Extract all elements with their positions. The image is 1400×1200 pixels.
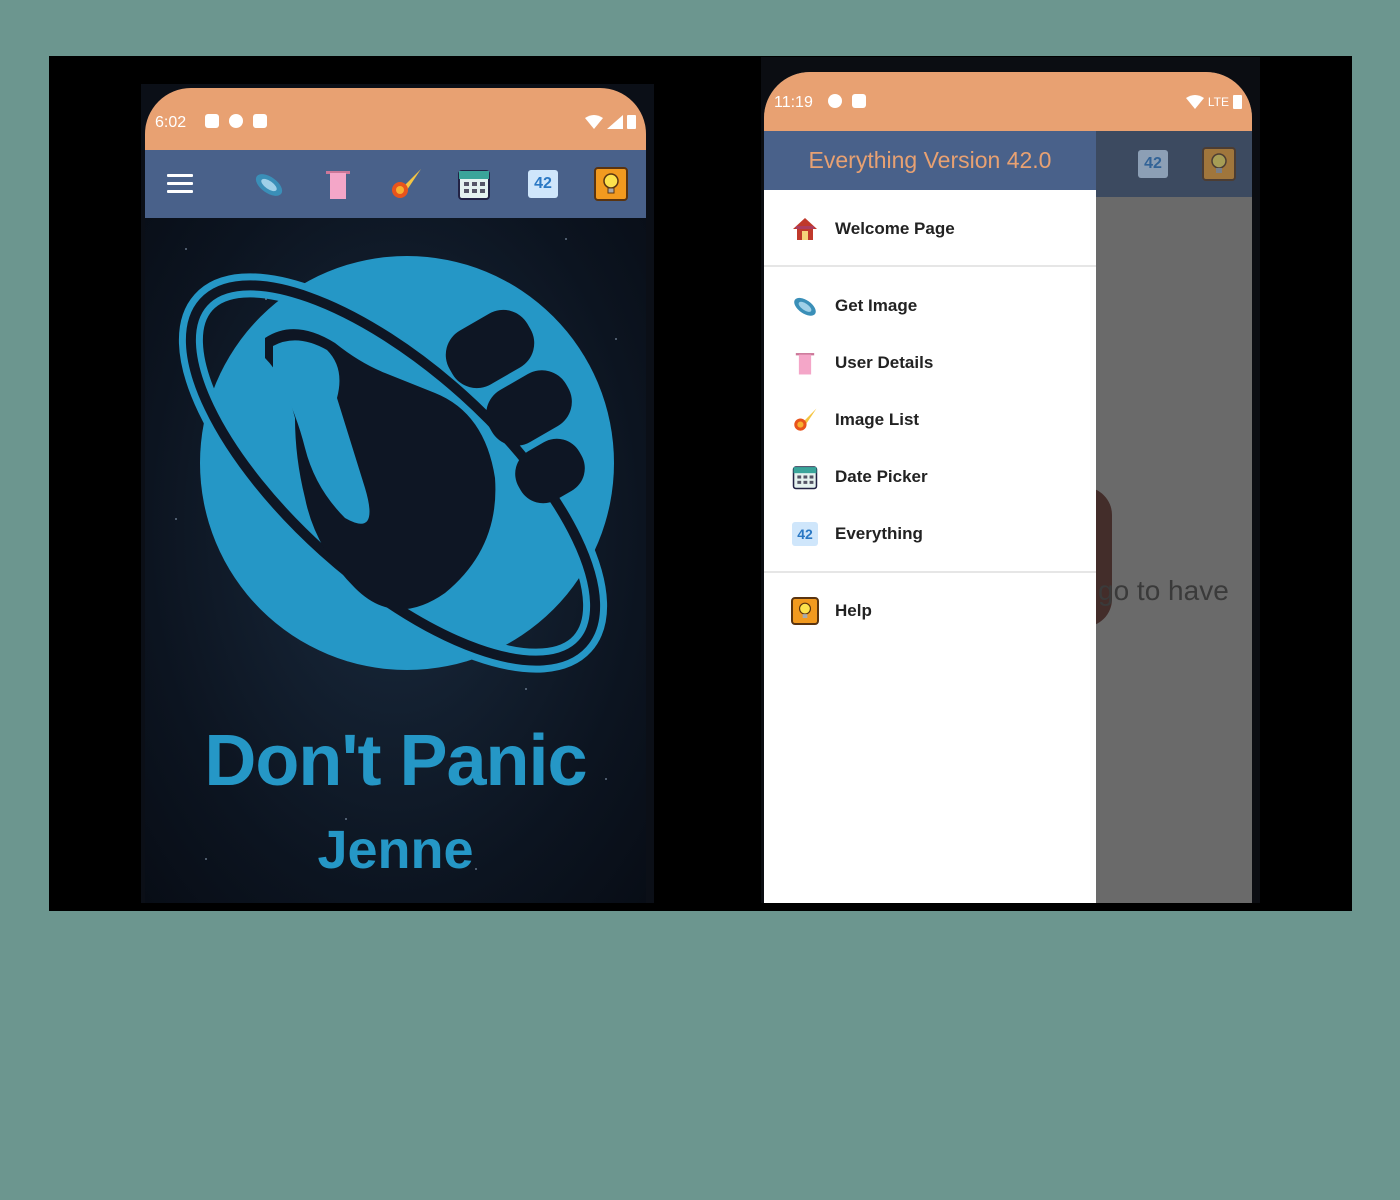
number-42-icon: 42 [791, 520, 819, 548]
network-type: LTE [1207, 94, 1229, 109]
a-notification-icon [205, 114, 219, 128]
app-notification-icon [828, 94, 842, 108]
drawer-item-label: User Details [835, 353, 934, 372]
drawer-item-label: Everything [835, 524, 923, 543]
drawer-item-user-details[interactable]: User Details [764, 339, 1096, 387]
status-time: 11:19 [774, 94, 813, 111]
lightbulb-icon[interactable] [594, 167, 628, 201]
app-bar: 42 [145, 150, 646, 218]
divider [764, 265, 1096, 267]
lightbulb-icon [791, 597, 819, 625]
drawer-item-image-list[interactable]: Image List [764, 396, 1096, 444]
drawer-item-label: Get Image [835, 296, 918, 315]
status-time: 6:02 [155, 114, 187, 131]
sd-card-icon [852, 94, 866, 108]
notification-icons [828, 94, 866, 108]
sd-card-icon [253, 114, 267, 128]
drawer-item-help[interactable]: Help [764, 587, 1096, 635]
notification-icons [205, 114, 267, 128]
calendar-icon[interactable] [457, 167, 491, 201]
drawer-item-label: Help [835, 601, 872, 620]
drawer-item-welcome-page[interactable]: Welcome Page [764, 205, 1096, 253]
drawer-item-date-picker[interactable]: Date Picker [764, 453, 1096, 501]
drawer-item-label: Image List [835, 410, 920, 429]
signal-icon [607, 114, 623, 129]
system-status-icons [585, 114, 636, 129]
app-notification-icon [229, 114, 243, 128]
drawer-item-everything[interactable]: 42 Everything [764, 510, 1096, 558]
status-bar: 6:02 [145, 88, 646, 150]
wifi-icon [1185, 94, 1204, 109]
towel-icon[interactable] [321, 167, 355, 201]
battery-icon [1233, 95, 1242, 109]
drawer-item-label: Date Picker [835, 467, 928, 486]
dont-panic-headline: Don't Panic [204, 721, 587, 801]
status-bar: 11:19 LTE [764, 72, 1252, 131]
drawer-header: Everything Version 42.0 [764, 131, 1096, 190]
right-phone-screen: 11:19 LTE 42 go to have Everything Versi… [764, 72, 1252, 903]
divider [764, 571, 1096, 573]
ufo-icon [791, 292, 819, 320]
calendar-icon [791, 463, 819, 491]
menu-icon[interactable] [167, 174, 193, 194]
meteor-icon[interactable] [389, 167, 423, 201]
ufo-icon[interactable] [252, 167, 286, 201]
background-text: go to have [1098, 575, 1229, 606]
lightbulb-icon[interactable] [1202, 147, 1236, 181]
number-42-icon[interactable]: 42 [1138, 150, 1168, 178]
meteor-icon [791, 406, 819, 434]
towel-icon [791, 349, 819, 377]
navigation-drawer: Everything Version 42.0 Welcome Page Get… [764, 131, 1096, 903]
battery-icon [627, 115, 636, 129]
drawer-item-get-image[interactable]: Get Image [764, 282, 1096, 330]
drawer-item-label: Welcome Page [835, 219, 955, 238]
left-phone: 6:02 42 Don't Panic Jenne [141, 84, 654, 903]
left-phone-screen: 6:02 42 Don't Panic Jenne [145, 88, 646, 903]
right-phone: 11:19 LTE 42 go to have Everything Versi… [761, 57, 1260, 903]
house-icon [791, 215, 819, 243]
system-status-icons: LTE [1185, 94, 1242, 109]
hitchhiker-thumb-logo [178, 256, 614, 673]
number-42-icon[interactable]: 42 [526, 167, 560, 201]
wifi-icon [585, 114, 603, 129]
user-name: Jenne [317, 820, 474, 880]
